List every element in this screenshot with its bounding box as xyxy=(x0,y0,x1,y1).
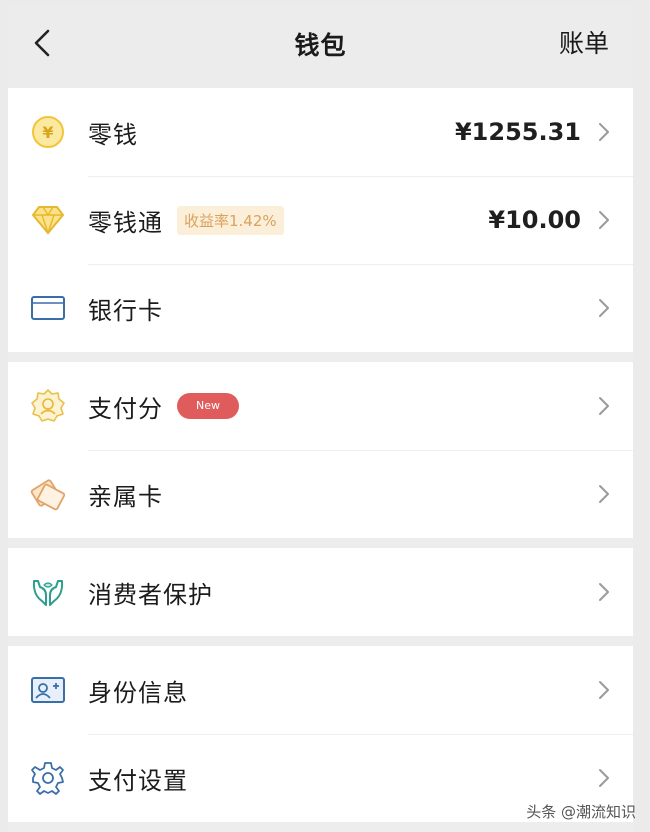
settings-group: 身份信息 支付设置 xyxy=(8,646,633,822)
watermark: 头条 @潮流知识 xyxy=(526,803,636,821)
wallet-screen: 钱包 账单 ¥ 零钱 ¥1255.31 零钱通 收益率1.42% ¥10.00 … xyxy=(8,6,633,832)
change-amount: ¥1255.31 xyxy=(454,118,581,146)
pay-score-label: 支付分 xyxy=(88,394,163,423)
pay-settings-label: 支付设置 xyxy=(88,766,188,795)
consumer-protection-label: 消费者保护 xyxy=(88,580,213,609)
chevron-right-icon xyxy=(599,769,609,787)
change-row[interactable]: ¥ 零钱 ¥1255.31 xyxy=(8,88,633,176)
credit-group: 支付分 New 亲属卡 xyxy=(8,362,633,538)
badge-icon xyxy=(31,389,65,422)
new-badge: New xyxy=(177,393,239,419)
family-card-icon xyxy=(30,479,66,511)
navbar: 钱包 账单 xyxy=(8,6,633,88)
chevron-right-icon xyxy=(599,485,609,503)
identity-label: 身份信息 xyxy=(88,678,188,707)
family-card-label: 亲属卡 xyxy=(88,482,163,511)
protection-group: 消费者保护 xyxy=(8,548,633,636)
gear-icon xyxy=(31,762,64,795)
bank-card-label: 银行卡 xyxy=(88,296,163,325)
bank-card-icon xyxy=(31,296,65,320)
id-card-icon xyxy=(31,677,65,703)
chevron-right-icon xyxy=(599,123,609,141)
chevron-right-icon xyxy=(599,681,609,699)
chevron-right-icon xyxy=(599,397,609,415)
consumer-protection-row[interactable]: 消费者保护 xyxy=(8,548,633,636)
change-plus-row[interactable]: 零钱通 收益率1.42% ¥10.00 xyxy=(8,176,633,264)
chevron-right-icon xyxy=(599,299,609,317)
bank-card-row[interactable]: 银行卡 xyxy=(8,264,633,352)
pay-score-row[interactable]: 支付分 New xyxy=(8,362,633,450)
page-title: 钱包 xyxy=(294,31,347,60)
hands-icon xyxy=(32,580,64,606)
change-label: 零钱 xyxy=(88,120,138,149)
yuan-coin-icon: ¥ xyxy=(32,116,64,148)
change-plus-amount: ¥10.00 xyxy=(488,206,581,234)
bill-button[interactable]: 账单 xyxy=(559,24,609,60)
balance-group: ¥ 零钱 ¥1255.31 零钱通 收益率1.42% ¥10.00 银行卡 xyxy=(8,88,633,352)
diamond-icon xyxy=(32,206,64,236)
family-card-row[interactable]: 亲属卡 xyxy=(8,450,633,538)
svg-text:¥: ¥ xyxy=(42,123,53,142)
identity-row[interactable]: 身份信息 xyxy=(8,646,633,734)
chevron-right-icon xyxy=(599,211,609,229)
change-plus-label: 零钱通 xyxy=(88,208,163,237)
yield-badge: 收益率1.42% xyxy=(177,205,284,235)
chevron-right-icon xyxy=(599,583,609,601)
